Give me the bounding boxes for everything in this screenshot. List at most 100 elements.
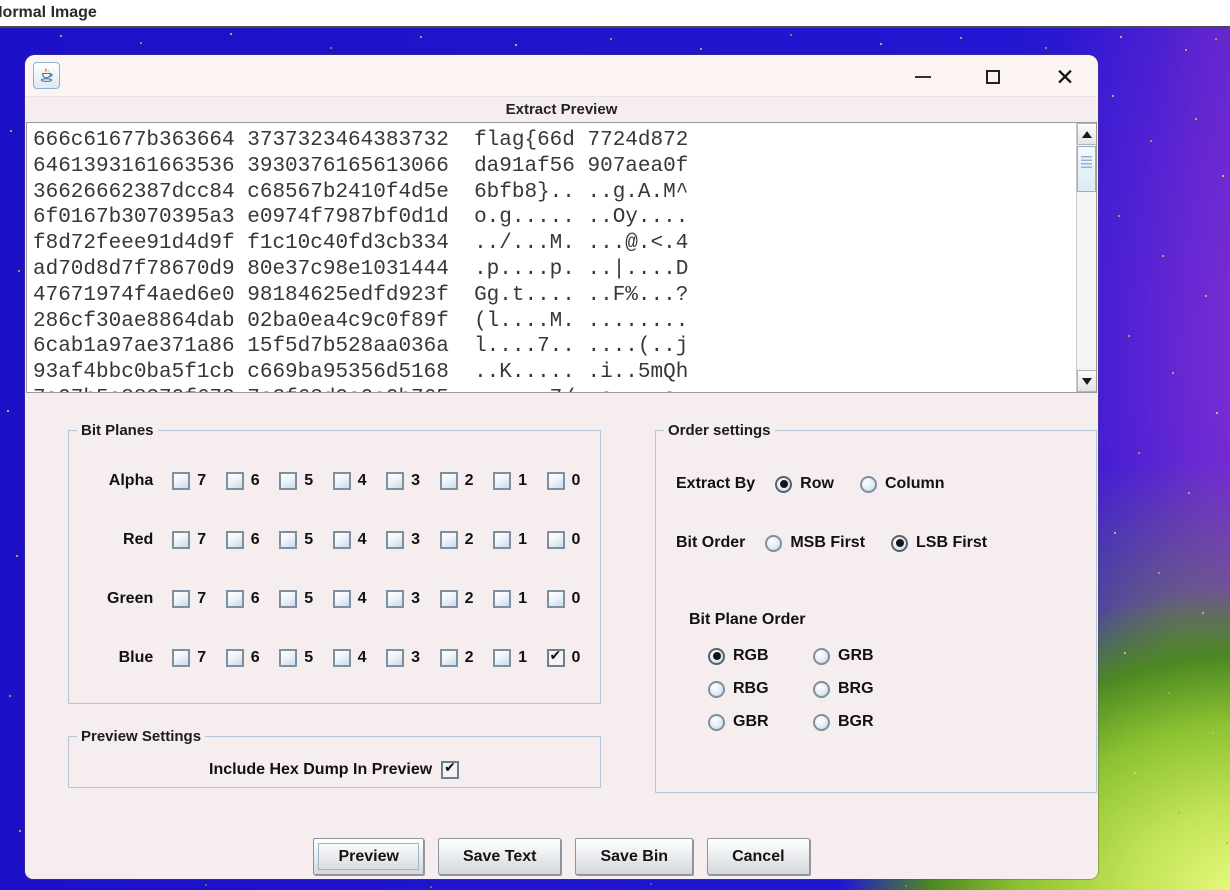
preview-settings-group: Preview Settings Include Hex Dump In Pre… [68, 728, 601, 788]
bit-number-label: 6 [250, 471, 260, 489]
bit-planes-row-green: Green 7 6 5 4 3 2 1 0 [69, 569, 600, 628]
checkbox-green-bit-4[interactable] [332, 589, 351, 608]
radio-label-lsb-first: LSB First [916, 534, 988, 551]
radio-extract-by-row[interactable] [775, 475, 793, 493]
bit-number-label: 4 [357, 648, 367, 666]
checkbox-green-bit-2[interactable] [439, 589, 458, 608]
bit-plane-order-options: RGB GRB RBG BRG GBR BGR [708, 647, 874, 731]
channel-label-red: Red [123, 530, 154, 548]
bit-number-label: 7 [197, 471, 207, 489]
checkbox-red-bit-2[interactable] [439, 530, 458, 549]
preview-button[interactable]: Preview [313, 838, 424, 875]
radio-bit-plane-order-bgr[interactable] [813, 713, 830, 731]
radio-bit-plane-order-grb[interactable] [813, 647, 830, 665]
radio-bit-plane-order-rgb[interactable] [708, 647, 725, 665]
hex-dump-area[interactable]: 666c61677b363664 3737323464383732 flag{6… [26, 122, 1097, 393]
bit-number-label: 6 [250, 530, 260, 548]
checkbox-blue-bit-5[interactable] [279, 648, 298, 667]
channel-label-alpha: Alpha [108, 471, 154, 489]
bit-number-label: 3 [411, 530, 421, 548]
vertical-scrollbar[interactable] [1076, 123, 1096, 392]
cancel-button[interactable]: Cancel [707, 838, 810, 875]
checkbox-alpha-bit-4[interactable] [332, 471, 351, 490]
checkbox-alpha-bit-5[interactable] [279, 471, 298, 490]
radio-bit-order-lsb-first[interactable] [891, 534, 909, 552]
bit-number-label: 5 [304, 648, 314, 666]
checkbox-green-bit-1[interactable] [493, 589, 512, 608]
checkbox-blue-bit-2[interactable] [439, 648, 458, 667]
maximize-button[interactable] [978, 62, 1008, 92]
bit-item-blue-1: 1 [493, 648, 546, 667]
checkbox-green-bit-3[interactable] [386, 589, 405, 608]
checkbox-red-bit-0[interactable] [546, 530, 565, 549]
checkbox-red-bit-5[interactable] [279, 530, 298, 549]
hex-dump-row-5: f8d72feee91d4d9f f1c10c40fd3cb334 ../...… [33, 232, 689, 256]
checkbox-green-bit-5[interactable] [279, 589, 298, 608]
radio-option-gbr: GBR [708, 713, 813, 731]
radio-bit-plane-order-rbg[interactable] [708, 680, 725, 698]
scrollbar-thumb[interactable] [1077, 146, 1096, 192]
bit-number-label: 6 [250, 648, 260, 666]
order-settings-legend: Order settings [668, 422, 771, 439]
dialog-title-bar[interactable]: ✕ [25, 55, 1098, 97]
bit-number-label: 3 [411, 648, 421, 666]
bit-number-label: 6 [250, 589, 260, 607]
checkbox-alpha-bit-7[interactable] [172, 471, 191, 490]
bit-number-label: 2 [464, 648, 474, 666]
dialog-button-row: Preview Save Text Save Bin Cancel [25, 838, 1098, 876]
bit-item-alpha-7: 7 [172, 471, 225, 490]
checkbox-blue-bit-0[interactable] [546, 648, 565, 667]
checkbox-red-bit-1[interactable] [493, 530, 512, 549]
save-text-button[interactable]: Save Text [437, 838, 562, 875]
radio-label-row: Row [800, 475, 834, 492]
bit-item-blue-4: 4 [332, 648, 386, 667]
checkbox-alpha-bit-1[interactable] [493, 471, 512, 490]
radio-bit-plane-order-gbr[interactable] [708, 713, 725, 731]
extract-by-options: Row Column [775, 475, 970, 493]
checkbox-blue-bit-7[interactable] [172, 648, 191, 667]
scroll-up-button[interactable] [1077, 123, 1096, 145]
hex-dump-row-7: 47671974f4aed6e0 98184625edfd923f Gg.t..… [33, 283, 689, 307]
checkbox-red-bit-7[interactable] [172, 530, 191, 549]
channel-label-blue: Blue [118, 648, 154, 666]
checkbox-blue-bit-6[interactable] [225, 648, 244, 667]
checkbox-alpha-bit-3[interactable] [386, 471, 405, 490]
include-hex-dump-checkbox[interactable] [441, 760, 460, 779]
radio-bit-order-msb-first[interactable] [765, 534, 783, 552]
extract-by-label: Extract By [676, 475, 756, 492]
radio-option-rgb: RGB [708, 647, 813, 665]
checkbox-alpha-bit-6[interactable] [225, 471, 244, 490]
radio-option-msb-first: MSB First [765, 534, 865, 552]
radio-option-brg: BRG [813, 680, 874, 698]
minimize-button[interactable] [908, 62, 938, 92]
java-coffee-icon [33, 62, 60, 89]
bit-number-label: 7 [197, 589, 207, 607]
checkbox-red-bit-3[interactable] [386, 530, 405, 549]
close-button[interactable]: ✕ [1050, 62, 1080, 92]
bit-item-blue-7: 7 [172, 648, 225, 667]
radio-bit-plane-order-brg[interactable] [813, 680, 830, 698]
checkbox-blue-bit-4[interactable] [332, 648, 351, 667]
bit-item-green-4: 4 [332, 589, 386, 608]
checkbox-blue-bit-1[interactable] [493, 648, 512, 667]
save-bin-button[interactable]: Save Bin [575, 838, 694, 875]
radio-extract-by-column[interactable] [859, 475, 877, 493]
bit-item-alpha-0: 0 [546, 471, 600, 490]
include-hex-dump-label: Include Hex Dump In Preview [209, 761, 433, 778]
checkbox-red-bit-4[interactable] [332, 530, 351, 549]
checkbox-red-bit-6[interactable] [225, 530, 244, 549]
checkbox-green-bit-7[interactable] [172, 589, 191, 608]
scroll-down-button[interactable] [1077, 370, 1096, 392]
checkbox-alpha-bit-0[interactable] [546, 471, 565, 490]
checkbox-green-bit-6[interactable] [225, 589, 244, 608]
bit-item-green-0: 0 [546, 589, 600, 608]
bit-item-blue-2: 2 [439, 648, 493, 667]
bit-item-green-6: 6 [225, 589, 279, 608]
radio-label-brg: BRG [838, 680, 874, 697]
bit-planes-row-alpha: Alpha 7 6 5 4 3 2 1 0 [69, 451, 600, 510]
checkbox-alpha-bit-2[interactable] [439, 471, 458, 490]
preview-title: Extract Preview [505, 101, 618, 118]
checkbox-blue-bit-3[interactable] [386, 648, 405, 667]
checkbox-green-bit-0[interactable] [546, 589, 565, 608]
bit-item-green-7: 7 [172, 589, 225, 608]
